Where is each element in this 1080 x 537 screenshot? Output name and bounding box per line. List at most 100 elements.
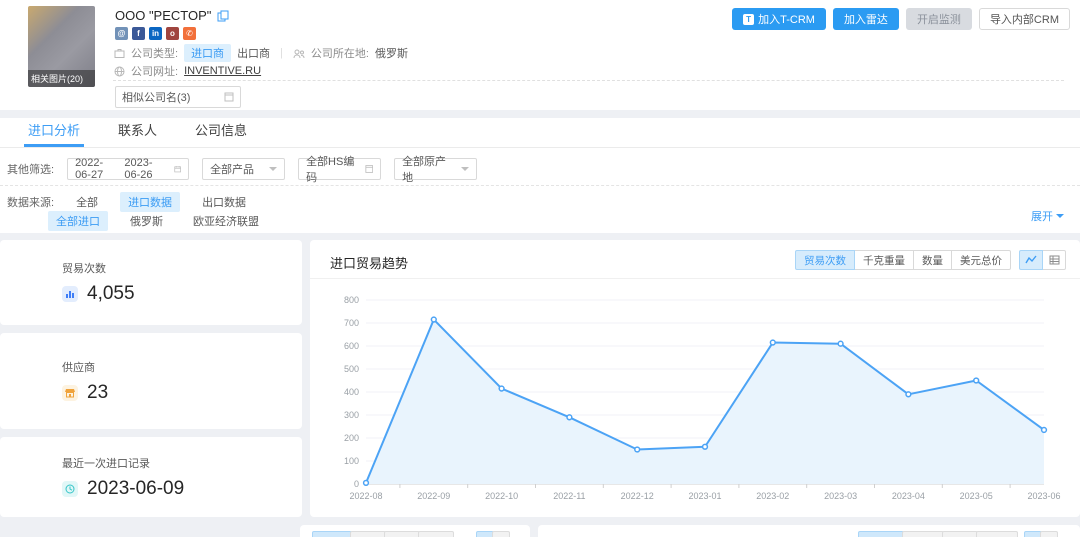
chevron-down-icon <box>1056 214 1064 218</box>
website-link[interactable]: INVENTIVE.RU <box>184 65 261 77</box>
location-icon <box>293 48 305 59</box>
svg-text:0: 0 <box>354 479 359 489</box>
expand-label: 展开 <box>1031 208 1053 224</box>
stat-label: 最近一次进口记录 <box>62 455 302 471</box>
panel-title: 进口贸易趋势 <box>330 253 408 272</box>
bottom-right-panel <box>538 525 1080 537</box>
header-actions: T 加入T-CRM 加入雷达 开启监测 导入内部CRM <box>732 8 1070 30</box>
segmented-button-sliver[interactable] <box>418 531 454 537</box>
tab-company-info[interactable]: 公司信息 <box>195 118 247 147</box>
metric-usd-total[interactable]: 美元总价 <box>951 250 1011 270</box>
source-russia[interactable]: 俄罗斯 <box>122 211 171 231</box>
hs-code-select[interactable]: 全部HS编码 <box>298 158 381 180</box>
company-name: OOO "PECTOP" <box>115 8 211 23</box>
table-icon[interactable] <box>1042 250 1066 270</box>
add-radar-label: 加入雷达 <box>844 11 888 27</box>
svg-text:2022-11: 2022-11 <box>553 491 585 501</box>
stat-value: 23 <box>87 382 108 404</box>
add-tcrm-button[interactable]: T 加入T-CRM <box>732 8 826 30</box>
source-all-import[interactable]: 全部进口 <box>48 211 108 231</box>
svg-text:2023-02: 2023-02 <box>756 491 789 501</box>
company-photo[interactable]: 相关图片(20) <box>28 6 95 87</box>
start-monitor-label: 开启监测 <box>917 11 961 27</box>
svg-text:300: 300 <box>344 410 359 420</box>
divider <box>113 80 1064 81</box>
stat-value: 4,055 <box>87 283 135 305</box>
clock-icon <box>62 481 78 497</box>
date-start[interactable]: 2022-06-27 <box>75 157 116 181</box>
svg-text:800: 800 <box>344 295 359 305</box>
tab-contacts[interactable]: 联系人 <box>118 118 157 147</box>
svg-text:700: 700 <box>344 318 359 328</box>
svg-text:2023-03: 2023-03 <box>824 491 857 501</box>
segmented-button-sliver[interactable] <box>350 531 386 537</box>
related-images-label[interactable]: 相关图片(20) <box>28 70 95 87</box>
exporter-tag[interactable]: 出口商 <box>237 45 270 61</box>
stat-card-trade-count: 贸易次数 4,055 <box>0 240 302 325</box>
calendar-icon <box>174 164 181 174</box>
svg-text:2023-01: 2023-01 <box>688 491 721 501</box>
expand-toggle[interactable]: 展开 <box>1031 208 1064 224</box>
metric-kg-weight[interactable]: 千克重量 <box>854 250 914 270</box>
source-import[interactable]: 进口数据 <box>120 192 180 212</box>
product-select[interactable]: 全部产品 <box>202 158 285 180</box>
origin-select[interactable]: 全部原产地 <box>394 158 477 180</box>
shop-icon <box>62 385 78 401</box>
start-monitor-button[interactable]: 开启监测 <box>906 8 972 30</box>
add-tcrm-label: 加入T-CRM <box>758 11 815 27</box>
company-header: 相关图片(20) OOO "PECTOP" @ f in o ✆ 公司类型: 进… <box>0 0 1080 110</box>
svg-text:2022-10: 2022-10 <box>485 491 518 501</box>
source-all[interactable]: 全部 <box>68 192 106 212</box>
location-value: 俄罗斯 <box>375 45 408 61</box>
stat-value: 2023-06-09 <box>87 478 184 500</box>
stat-card-last-import: 最近一次进口记录 2023-06-09 <box>0 437 302 517</box>
segmented-button-sliver[interactable] <box>384 531 420 537</box>
vk-icon[interactable]: @ <box>115 27 128 40</box>
line-chart-icon[interactable] <box>1019 250 1043 270</box>
stat-card-suppliers: 供应商 23 <box>0 333 302 429</box>
origin-select-value: 全部原产地 <box>402 153 453 185</box>
svg-text:2022-08: 2022-08 <box>349 491 382 501</box>
metric-quantity[interactable]: 数量 <box>913 250 952 270</box>
segmented-button-sliver[interactable] <box>858 531 904 537</box>
metric-trade-count[interactable]: 贸易次数 <box>795 250 855 270</box>
segmented-button-sliver[interactable] <box>976 531 1018 537</box>
product-select-value: 全部产品 <box>210 161 254 177</box>
instagram-icon[interactable]: o <box>166 27 179 40</box>
import-crm-button[interactable]: 导入内部CRM <box>979 8 1070 30</box>
svg-text:2022-09: 2022-09 <box>417 491 450 501</box>
svg-text:2023-06: 2023-06 <box>1027 491 1060 501</box>
linkedin-icon[interactable]: in <box>149 27 162 40</box>
add-radar-button[interactable]: 加入雷达 <box>833 8 899 30</box>
svg-text:2022-12: 2022-12 <box>621 491 654 501</box>
view-button-sliver[interactable] <box>1040 531 1058 537</box>
similar-company-select[interactable]: 相似公司名(3) <box>115 86 241 108</box>
data-source-sub-row: 全部进口 俄罗斯 欧亚经济联盟 <box>48 211 281 231</box>
bar-chart-icon <box>62 286 78 302</box>
date-end[interactable]: 2023-06-26 <box>124 157 165 181</box>
date-range-picker[interactable]: 2022-06-27 2023-06-26 <box>67 158 189 180</box>
trend-chart-svg[interactable]: 01002003004005006007008002022-082022-092… <box>320 284 1070 512</box>
filter-label: 其他筛选: <box>7 161 54 177</box>
company-type-label: 公司类型: <box>131 45 178 61</box>
segmented-button-sliver[interactable] <box>942 531 978 537</box>
segmented-button-sliver[interactable] <box>312 531 352 537</box>
window-icon <box>224 92 234 102</box>
data-source-row: 数据来源: 全部 进口数据 出口数据 <box>7 192 268 212</box>
source-eaeu[interactable]: 欧亚经济联盟 <box>185 211 267 231</box>
stat-label: 供应商 <box>62 359 302 375</box>
segmented-button-sliver[interactable] <box>902 531 944 537</box>
source-export[interactable]: 出口数据 <box>194 192 254 212</box>
facebook-icon[interactable]: f <box>132 27 145 40</box>
phone-icon[interactable]: ✆ <box>183 27 196 40</box>
metric-toggle-group: 贸易次数 千克重量 数量 美元总价 <box>795 250 1011 270</box>
svg-text:200: 200 <box>344 433 359 443</box>
page: 相关图片(20) OOO "PECTOP" @ f in o ✆ 公司类型: 进… <box>0 0 1080 537</box>
view-button-sliver[interactable] <box>492 531 510 537</box>
tab-import-analysis[interactable]: 进口分析 <box>28 118 80 147</box>
analysis-section: 进口分析 联系人 公司信息 其他筛选: 2022-06-27 2023-06-2… <box>0 118 1080 233</box>
importer-tag[interactable]: 进口商 <box>184 44 231 62</box>
copy-icon[interactable] <box>217 10 229 22</box>
view-toggle-group <box>1019 250 1066 270</box>
svg-text:2023-05: 2023-05 <box>960 491 993 501</box>
